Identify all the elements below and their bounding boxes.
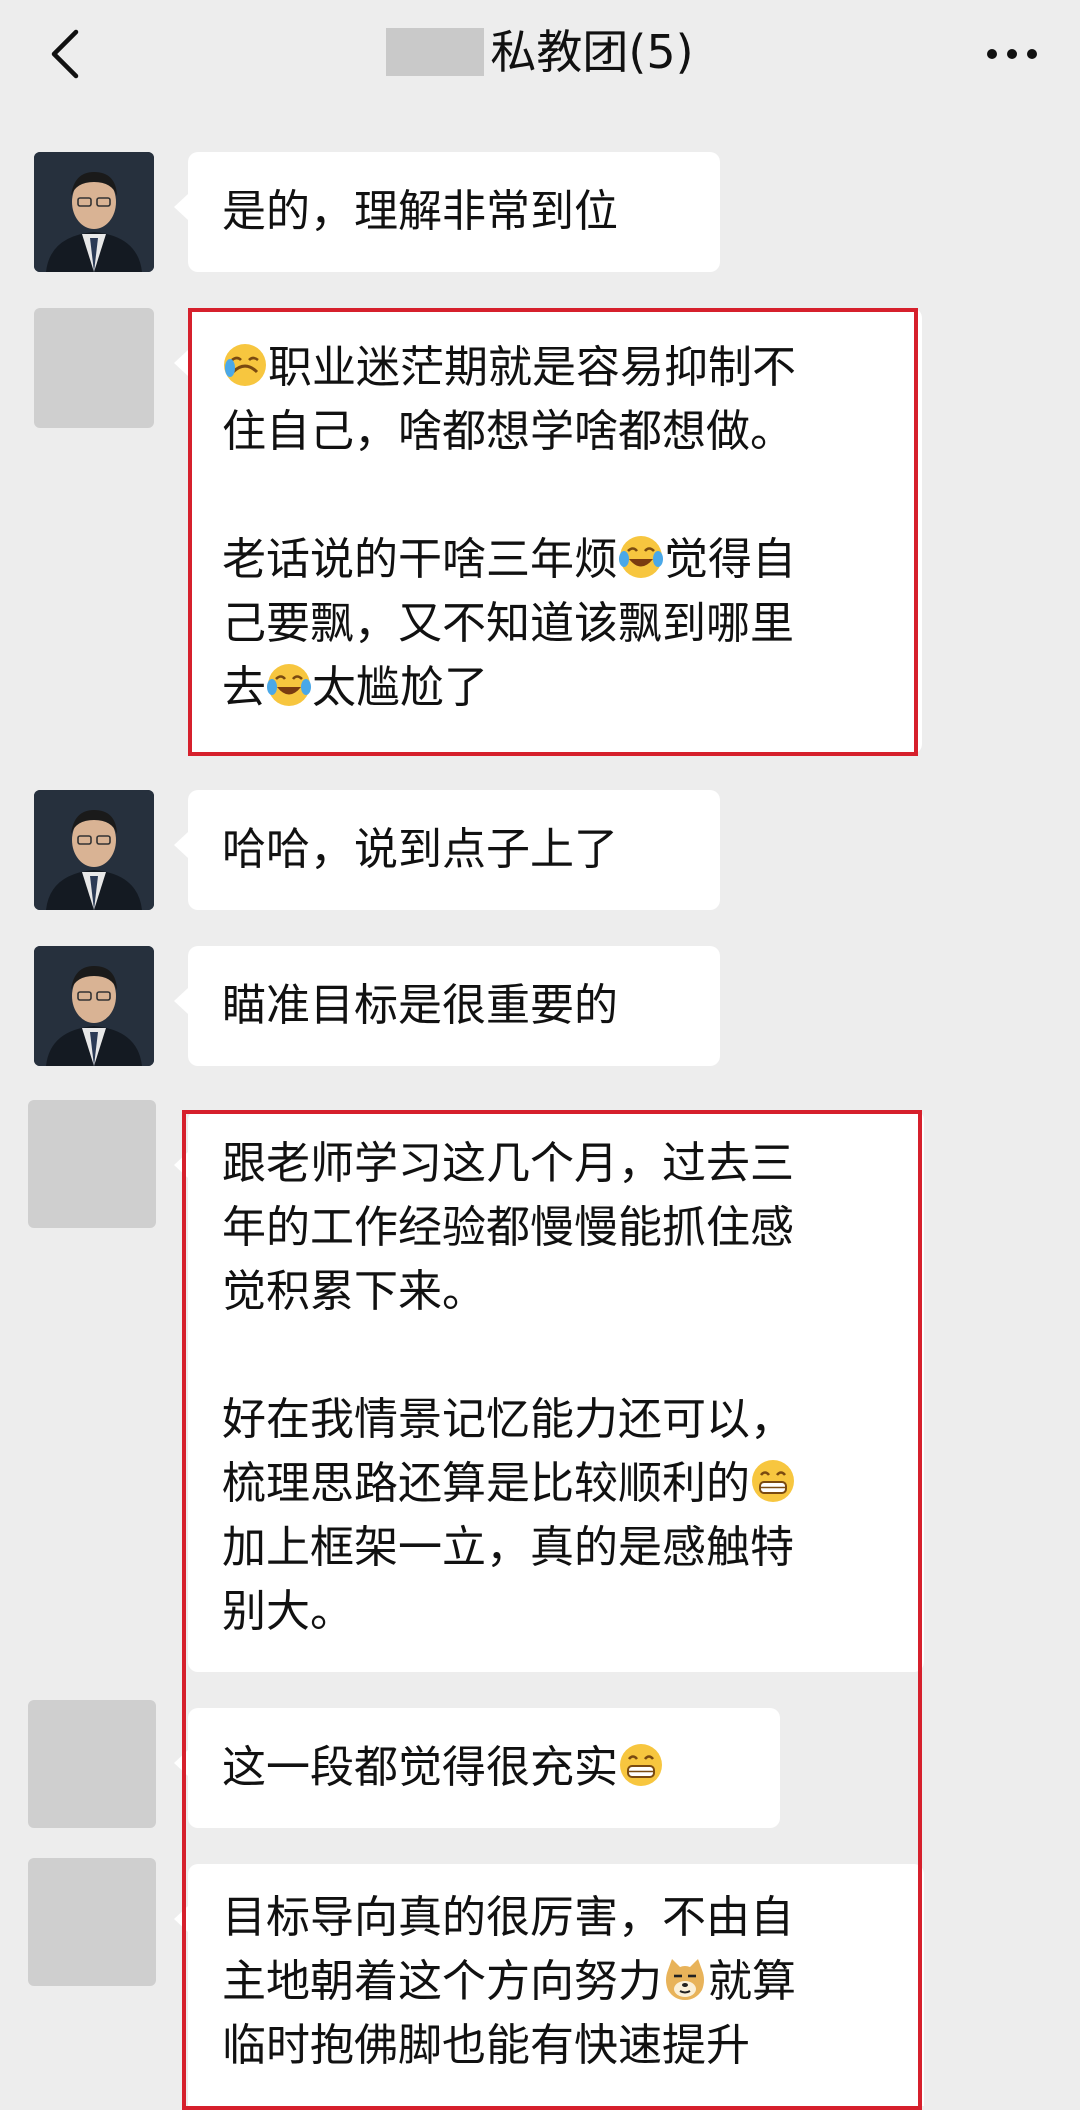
message-text: 觉积累下来。 bbox=[222, 1266, 486, 1317]
message-text: 这一段都觉得很充实 bbox=[222, 1742, 618, 1793]
message-text: 就算 bbox=[708, 1956, 796, 2007]
message-text: 年的工作经验都慢慢能抓住感 bbox=[222, 1202, 794, 1253]
redacted-group-name bbox=[386, 28, 485, 76]
bubble-tail bbox=[174, 1750, 188, 1776]
message-line: 主地朝着这个方向努力 就算 bbox=[222, 1950, 890, 2014]
message-text: 临时抱佛脚也能有快速提升 bbox=[222, 2020, 750, 2071]
message-text: 是的，理解非常到位 bbox=[222, 186, 618, 237]
message-text: 己要飘，又不知道该飘到哪里 bbox=[222, 598, 794, 649]
page-title: 私教团(5) bbox=[490, 25, 694, 79]
bubble-tail bbox=[174, 194, 188, 220]
message-text: 瞄准目标是很重要的 bbox=[222, 980, 618, 1031]
bubble-tail bbox=[174, 350, 188, 376]
teacher-avatar[interactable] bbox=[34, 946, 154, 1066]
grinning-face-emoji-icon bbox=[752, 1460, 794, 1502]
chat-title-area: 私教团(5) bbox=[0, 22, 1080, 86]
message-text: 职业迷茫期就是容易抑制不 bbox=[268, 342, 796, 393]
teacher-avatar[interactable] bbox=[34, 790, 154, 910]
member-avatar[interactable] bbox=[28, 1858, 156, 1986]
more-options-icon[interactable] bbox=[982, 34, 1042, 74]
message-line: 职业迷茫期就是容易抑制不 bbox=[222, 336, 888, 400]
message-text: 老话说的干啥三年烦 bbox=[222, 534, 618, 585]
teacher-avatar[interactable] bbox=[34, 152, 154, 272]
message-bubble[interactable]: 哈哈，说到点子上了 bbox=[174, 790, 720, 910]
message-text: 觉得自 bbox=[664, 534, 796, 585]
message-text: 哈哈，说到点子上了 bbox=[222, 824, 618, 875]
message-text: 别大。 bbox=[222, 1586, 354, 1637]
message-text: 梳理思路还算是比较顺利的 bbox=[222, 1458, 750, 1509]
message-text: 目标导向真的很厉害，不由自 bbox=[222, 1892, 794, 1943]
top-bar: 私教团(5) bbox=[0, 0, 1080, 110]
message-text: 住自己，啥都想学啥都想做。 bbox=[222, 406, 794, 457]
crying-face-emoji-icon bbox=[224, 344, 266, 386]
message-bubble[interactable]: 目标导向真的很厉害，不由自 主地朝着这个方向努力 就算 临时抱佛脚也能有快速提升 bbox=[174, 1864, 924, 2106]
member-avatar[interactable] bbox=[28, 1100, 156, 1228]
message-line: 老话说的干啥三年烦 觉得自 bbox=[222, 528, 888, 592]
message-line: 去太尴尬了 bbox=[222, 656, 888, 720]
message-bubble[interactable]: 跟老师学习这几个月，过去三 年的工作经验都慢慢能抓住感 觉积累下来。 好在我情景… bbox=[174, 1110, 924, 1672]
bubble-tail bbox=[174, 1152, 188, 1178]
bubble-tail bbox=[174, 988, 188, 1014]
message-text: 好在我情景记忆能力还可以， bbox=[222, 1394, 794, 1445]
tears-of-joy-emoji-icon bbox=[619, 536, 663, 578]
member-avatar[interactable] bbox=[34, 308, 154, 428]
grinning-face-emoji-icon bbox=[620, 1744, 662, 1786]
message-text: 主地朝着这个方向努力 bbox=[222, 1956, 662, 2007]
message-line: 梳理思路还算是比较顺利的 bbox=[222, 1452, 890, 1516]
bubble-tail bbox=[174, 832, 188, 858]
message-bubble[interactable]: 这一段都觉得很充实 bbox=[174, 1708, 780, 1828]
message-text: 去 bbox=[222, 662, 266, 713]
doge-emoji-icon bbox=[666, 1959, 704, 2000]
member-avatar[interactable] bbox=[28, 1700, 156, 1828]
message-bubble[interactable]: 是的，理解非常到位 bbox=[174, 152, 720, 272]
message-bubble[interactable]: 职业迷茫期就是容易抑制不 住自己，啥都想学啥都想做。 老话说的干啥三年烦 觉得自 … bbox=[174, 308, 922, 754]
tears-of-joy-emoji-icon bbox=[267, 664, 311, 706]
message-bubble[interactable]: 瞄准目标是很重要的 bbox=[174, 946, 720, 1066]
message-text: 太尴尬了 bbox=[312, 662, 488, 713]
message-text: 加上框架一立，真的是感触特 bbox=[222, 1522, 794, 1573]
message-text: 跟老师学习这几个月，过去三 bbox=[222, 1138, 794, 1189]
bubble-tail bbox=[174, 1906, 188, 1932]
message-line: 这一段都觉得很充实 bbox=[222, 1736, 746, 1800]
